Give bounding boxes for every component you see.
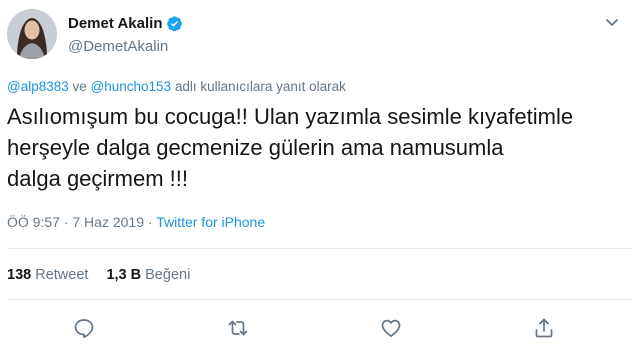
author-display-name[interactable]: Demet Akalin bbox=[68, 15, 162, 32]
author-name-row[interactable]: Demet Akalin bbox=[68, 15, 183, 32]
reply-suffix: adlı kullanıcılara yanıt olarak bbox=[171, 79, 346, 94]
mention-link[interactable]: @alp8383 bbox=[7, 79, 69, 94]
retweet-icon[interactable] bbox=[226, 316, 250, 340]
like-stat[interactable]: 1,3 B Beğeni bbox=[106, 267, 190, 283]
reply-context: @alp8383 ve @huncho153 adlı kullanıcılar… bbox=[7, 79, 346, 94]
tweet-text: Asılıomışum bu cocuga!! Ulan yazımla ses… bbox=[7, 101, 632, 194]
retweet-stat[interactable]: 138 Retweet bbox=[7, 267, 88, 283]
tweet-source-link[interactable]: Twitter for iPhone bbox=[156, 214, 265, 230]
tweet-card: Demet Akalin @DemetAkalin @alp8383 ve @h… bbox=[0, 0, 640, 362]
retweet-label: Retweet bbox=[31, 267, 89, 283]
divider bbox=[7, 299, 632, 300]
reply-icon[interactable] bbox=[72, 316, 96, 340]
engagement-stats: 138 Retweet 1,3 B Beğeni bbox=[7, 267, 190, 283]
meta-separator: · bbox=[59, 214, 73, 230]
tweet-metadata: ÖÖ 9:57 · 7 Haz 2019 · Twitter for iPhon… bbox=[7, 214, 265, 230]
author-handle[interactable]: @DemetAkalin bbox=[68, 38, 168, 55]
tweet-text-line: Asılıomışum bu cocuga!! Ulan yazımla ses… bbox=[7, 104, 574, 129]
heart-icon[interactable] bbox=[379, 316, 403, 340]
mention-link[interactable]: @huncho153 bbox=[91, 79, 172, 94]
verified-badge-icon bbox=[166, 15, 183, 32]
like-count: 1,3 B bbox=[106, 267, 142, 283]
retweet-count: 138 bbox=[7, 267, 32, 283]
tweet-time[interactable]: ÖÖ 9:57 bbox=[7, 214, 60, 230]
avatar[interactable] bbox=[7, 9, 57, 59]
like-label: Beğeni bbox=[141, 267, 191, 283]
share-icon[interactable] bbox=[532, 316, 556, 340]
chevron-down-icon[interactable] bbox=[604, 14, 620, 30]
meta-separator: · bbox=[143, 214, 157, 230]
tweet-date[interactable]: 7 Haz 2019 bbox=[72, 214, 144, 230]
tweet-text-line: dalga geçirmem !!! bbox=[7, 166, 188, 191]
reply-connector: ve bbox=[68, 79, 91, 94]
divider bbox=[7, 248, 632, 249]
tweet-text-line: herşeyle dalga gecmenize gülerin ama nam… bbox=[7, 135, 504, 160]
